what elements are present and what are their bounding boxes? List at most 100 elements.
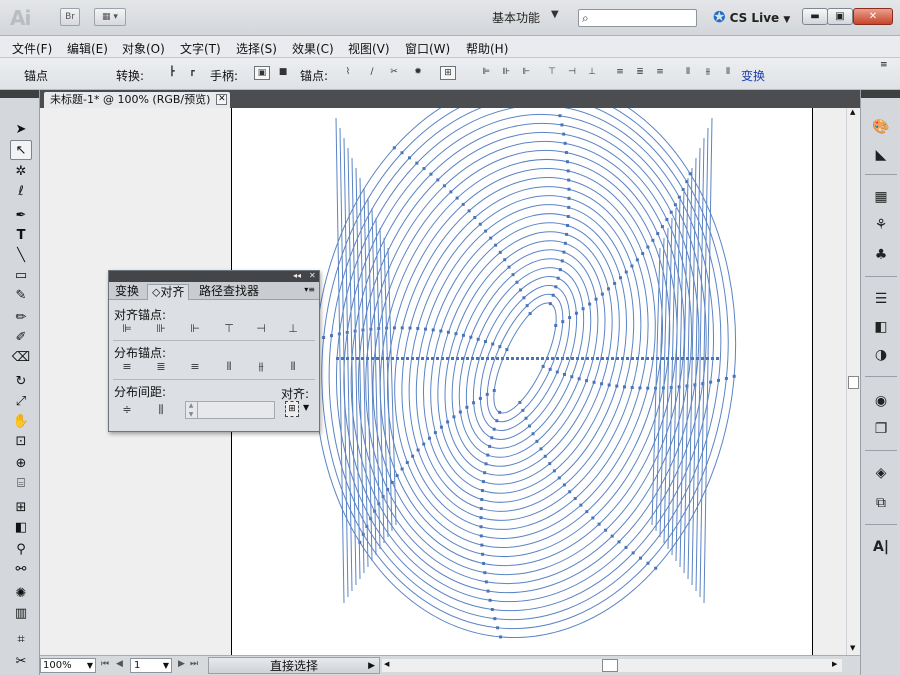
maximize-button[interactable]: ▣ [827,8,853,25]
anchor-point[interactable] [560,123,564,127]
anchor-point[interactable] [622,385,626,389]
menu-help[interactable]: 帮助(H) [466,40,508,57]
anchor-point[interactable] [411,454,415,458]
anchor-point[interactable] [646,561,650,565]
align-left-icon[interactable]: ⊫ [478,66,494,80]
align-hcenter-icon[interactable]: ⊪ [151,321,171,337]
column-graph-tool-icon[interactable]: ▥ [10,604,32,624]
anchor-point[interactable] [563,372,567,376]
anchor-point[interactable] [591,516,595,520]
anchor-point[interactable] [619,276,623,280]
distribute-bottom-icon[interactable]: ≡ [185,359,205,375]
anchor-point[interactable] [673,203,677,207]
anchor-point[interactable] [521,408,525,412]
spacing-value-field[interactable] [185,401,275,419]
anchor-point[interactable] [483,471,487,475]
anchor-point[interactable] [346,357,349,360]
distribute-top-icon[interactable]: ≡ [612,66,628,80]
scroll-left-icon[interactable]: ◀ [384,660,389,668]
anchor-point[interactable] [631,551,635,555]
anchor-point[interactable] [481,357,484,360]
anchor-point[interactable] [336,357,339,360]
cs-live-button[interactable]: ✪ CS Live ▼ [713,8,790,26]
anchor-point[interactable] [656,357,659,360]
selection-tool-icon[interactable]: ➤ [10,120,32,140]
anchor-point[interactable] [391,357,394,360]
free-transform-tool-icon[interactable]: ⊡ [10,432,32,452]
convert-to-corner-icon[interactable]: ┣ [164,66,180,80]
distribute-left-icon[interactable]: ⫴ [680,66,696,80]
anchor-point[interactable] [597,522,601,526]
anchor-point[interactable] [732,374,736,378]
anchor-point[interactable] [452,415,456,419]
path-curve[interactable] [343,137,353,592]
anchor-point[interactable] [574,311,578,315]
align-to-selection-icon[interactable]: ⊞ [440,66,456,80]
menu-edit[interactable]: 编辑(E) [67,40,108,57]
anchor-point[interactable] [592,380,596,384]
path-curve[interactable] [383,237,393,532]
anchor-point[interactable] [429,172,433,176]
path-curve[interactable] [452,262,597,454]
anchor-point[interactable] [511,273,515,277]
anchor-point[interactable] [548,302,552,306]
anchor-point[interactable] [586,357,589,360]
anchor-point[interactable] [518,400,522,404]
anchor-point[interactable] [691,357,694,360]
anchor-point[interactable] [611,357,614,360]
artboard-tool-icon[interactable]: ⌗ [10,630,32,650]
anchor-point[interactable] [486,357,489,360]
menu-select[interactable]: 选择(S) [236,40,277,57]
anchor-point[interactable] [491,357,494,360]
anchor-point[interactable] [511,357,514,360]
anchor-point[interactable] [564,151,568,155]
cut-path-icon[interactable]: ✂ [386,66,402,80]
brushes-panel-icon[interactable]: ⚘ [869,214,893,236]
anchor-point[interactable] [541,364,545,368]
anchor-point[interactable] [408,326,412,330]
chevron-down-icon[interactable]: ▼ [303,403,309,412]
anchor-point[interactable] [561,357,564,360]
anchor-point[interactable] [567,205,571,209]
anchor-point[interactable] [480,498,484,502]
anchor-point[interactable] [446,357,449,360]
anchor-point[interactable] [596,357,599,360]
slice-tool-icon[interactable]: ✂ [10,652,32,672]
anchor-point[interactable] [495,419,499,423]
anchor-point[interactable] [591,357,594,360]
type-tool-icon[interactable]: T [10,226,32,246]
anchor-point[interactable] [696,357,699,360]
anchor-point[interactable] [531,432,535,436]
anchor-point[interactable] [651,357,654,360]
anchor-point[interactable] [594,297,598,301]
anchor-point[interactable] [665,217,669,221]
anchor-point[interactable] [421,357,424,360]
align-right-icon[interactable]: ⊩ [518,66,534,80]
anchor-point[interactable] [484,229,488,233]
anchor-point[interactable] [610,534,614,538]
align-hcenter-icon[interactable]: ⊪ [498,66,514,80]
anchor-point[interactable] [607,383,611,387]
anchor-point[interactable] [461,357,464,360]
path-curve[interactable] [359,177,369,568]
path-curve[interactable] [355,167,365,574]
anchor-point[interactable] [562,483,566,487]
anchor-point[interactable] [556,357,559,360]
distribute-left-icon[interactable]: ⫴ [219,359,239,375]
anchor-point[interactable] [669,210,673,214]
anchor-point[interactable] [506,357,509,360]
anchor-point[interactable] [519,288,523,292]
anchor-point[interactable] [600,382,604,386]
anchor-point[interactable] [565,160,569,164]
anchor-point[interactable] [626,357,629,360]
distribute-top-icon[interactable]: ≡ [117,359,137,375]
anchor-point[interactable] [566,169,570,173]
anchor-point[interactable] [581,357,584,360]
anchor-point[interactable] [488,444,492,448]
anchor-point[interactable] [717,378,721,382]
anchor-point[interactable] [558,268,562,272]
anchor-point[interactable] [439,425,443,429]
anchor-point[interactable] [688,172,692,176]
anchor-point[interactable] [498,250,502,254]
anchor-point[interactable] [601,357,604,360]
